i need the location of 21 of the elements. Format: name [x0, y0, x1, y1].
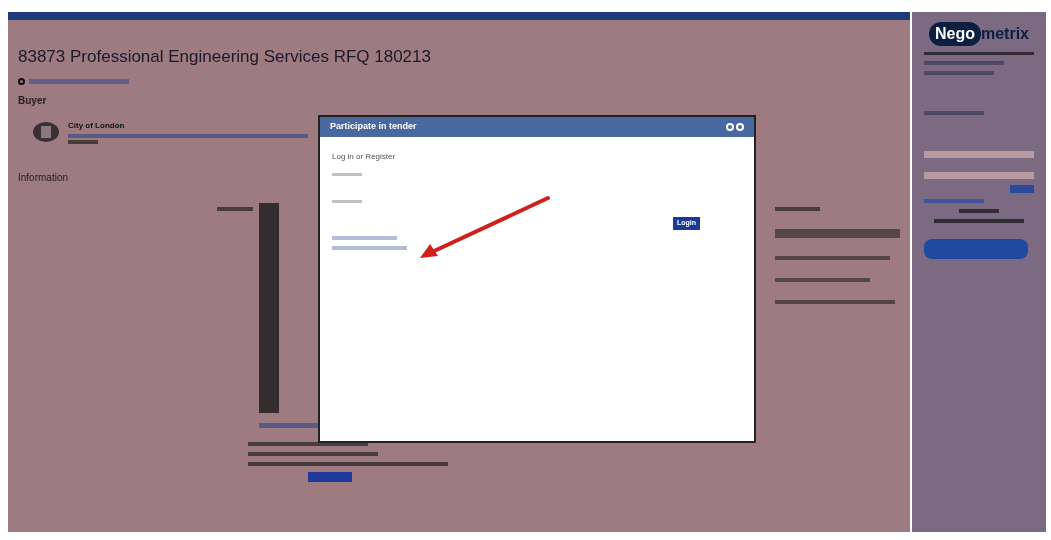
blurred-text [68, 139, 98, 144]
username-field[interactable] [924, 151, 1034, 158]
section-heading: Information [18, 170, 69, 185]
blurred-text [924, 71, 994, 75]
dialog-heading: Log in or Register [332, 151, 397, 163]
logo: Nego metrix [929, 22, 1029, 46]
blurred-text [775, 206, 820, 211]
crest-icon [32, 120, 60, 143]
buyer-name: City of London [68, 119, 126, 132]
back-icon [18, 77, 25, 85]
blurred-button[interactable] [308, 471, 352, 482]
blurred-label [332, 173, 362, 176]
blurred-text [959, 209, 999, 213]
blurred-button[interactable] [924, 239, 1028, 259]
blurred-text [924, 111, 984, 115]
section-heading: Buyer [18, 93, 47, 108]
password-field[interactable] [924, 172, 1034, 179]
blurred-label [217, 206, 253, 211]
dialog-title: Participate in tender [330, 120, 417, 134]
blurred-label [332, 200, 362, 203]
page-title: 83873 Professional Engineering Services RFQ 180213 [18, 46, 431, 68]
